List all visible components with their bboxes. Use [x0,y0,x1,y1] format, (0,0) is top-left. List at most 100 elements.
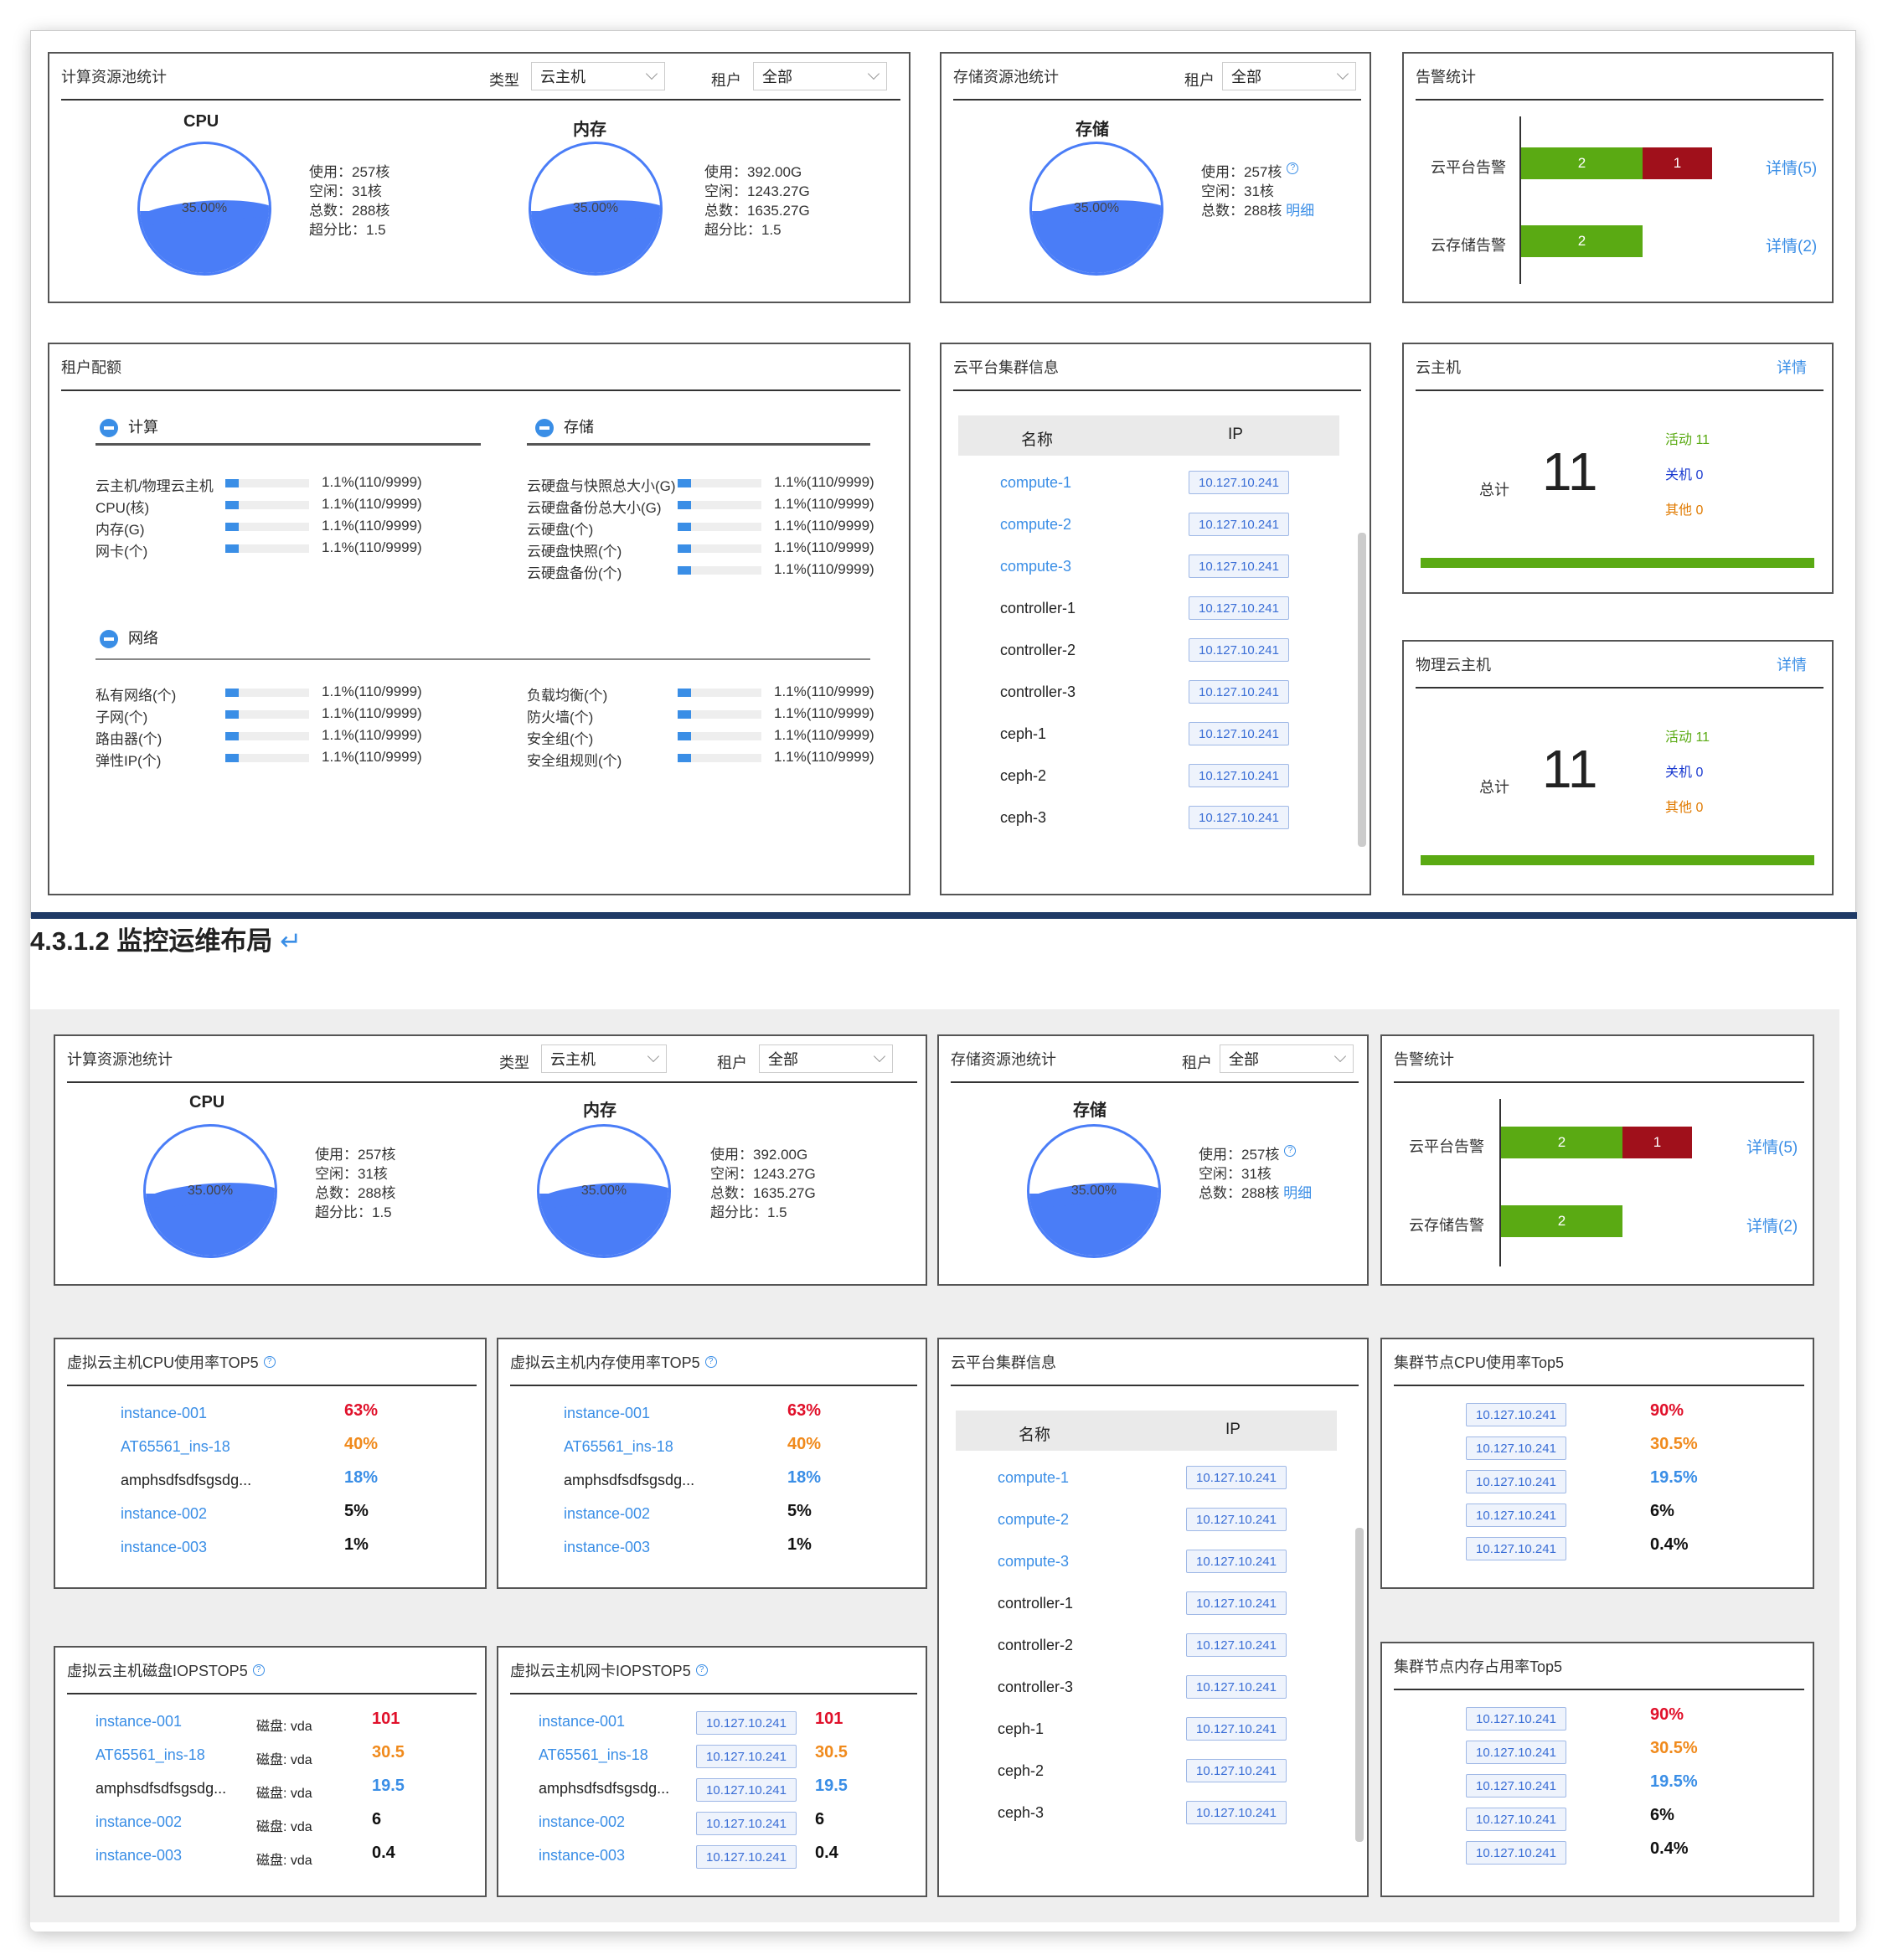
minus-circle-icon[interactable] [535,419,554,438]
instance-link[interactable]: instance-002 [95,1813,182,1831]
alarm-detail-link[interactable]: 详情(2) [1766,234,1817,256]
minus-circle-icon[interactable] [100,630,118,649]
instance-link[interactable]: instance-002 [121,1505,207,1523]
instance-link[interactable]: instance-002 [564,1505,650,1523]
help-icon[interactable]: ? [1284,1145,1297,1157]
panel-title: 存储资源池统计 [951,1051,1056,1068]
cluster-node-name[interactable]: compute-1 [1000,474,1071,492]
quota-item-value: 1.1%(110/9999) [322,705,422,721]
col-ip-header: IP [1228,426,1243,443]
storage-title: 存储 [1076,121,1109,139]
instance-link[interactable]: AT65561_ins-18 [121,1438,230,1456]
value-3: 19.5% [1650,1468,1698,1487]
storage-free: 空闲：31核 [1201,183,1274,199]
instance-link[interactable]: AT65561_ins-18 [564,1438,673,1456]
instance-link[interactable]: amphsdfsdfsgsdg... [95,1780,226,1798]
instance-link[interactable]: instance-001 [121,1405,207,1422]
storage-detail-link[interactable]: 明细 [1283,1185,1312,1201]
cluster-node-name[interactable]: compute-2 [998,1511,1069,1529]
compute-pool-panel: 计算资源池统计 类型 云主机 租户 全部 CPU 35.00% 使用：257核空… [48,52,910,303]
value-5: 0.4% [1650,1535,1689,1554]
quota-progress-bar [678,523,761,531]
value-5: 0.4% [1650,1839,1689,1858]
quota-progress-bar [678,732,761,740]
instance-link[interactable]: AT65561_ins-18 [95,1746,205,1764]
alarm-bar-green[interactable]: 2 [1521,147,1643,179]
instance-link[interactable]: instance-003 [95,1847,182,1865]
instance-link[interactable]: amphsdfsdfsgsdg... [121,1472,251,1489]
cluster-node-name[interactable]: compute-1 [998,1469,1069,1487]
type-select[interactable]: 云主机 [531,62,665,90]
mem-ratio: 超分比：1.5 [710,1204,787,1220]
vm-detail-link[interactable]: 详情 [1777,356,1807,378]
chevron-down-icon [645,67,658,80]
instance-link[interactable]: instance-003 [539,1847,625,1865]
tenant-select[interactable]: 全部 [753,62,887,90]
help-icon[interactable]: ? [704,1356,717,1368]
total-label: 总计 [1479,779,1509,796]
cluster-info-panel: 云平台集群信息 名称 IP compute-1 10.127.10.241 comput… [940,343,1371,895]
section-label: 存储 [564,419,594,436]
alarm-bar-red[interactable]: 1 [1622,1127,1692,1158]
instance-link[interactable]: instance-001 [564,1405,650,1422]
cpu-free: 空闲：31核 [309,183,382,199]
quota-progress-bar [225,689,309,697]
divider [95,443,481,446]
pvm-detail-link[interactable]: 详情 [1777,653,1807,675]
storage-detail-link[interactable]: 明细 [1286,203,1314,219]
ip-badge: 10.127.10.241 [696,1845,797,1869]
section-heading: 4.3.1.2 监控运维布局 ↵ [30,920,302,957]
instance-link[interactable]: instance-001 [95,1713,182,1730]
help-icon[interactable]: ? [695,1664,708,1676]
instance-link[interactable]: AT65561_ins-18 [539,1746,648,1764]
instance-link[interactable]: instance-003 [121,1539,207,1556]
cluster-node-name[interactable]: compute-3 [1000,558,1071,575]
instance-link[interactable]: amphsdfsdfsgsdg... [539,1780,669,1798]
value-2: 40% [787,1435,822,1453]
compute-pool-panel: 计算资源池统计 类型 云主机 租户 全部 CPU 35.00% 使用：257核空… [54,1034,927,1286]
cpu-free: 空闲：31核 [315,1166,388,1182]
alarm-bar-green[interactable]: 2 [1501,1205,1622,1237]
instance-link[interactable]: instance-003 [564,1539,650,1556]
cluster-node-name: ceph-1 [998,1720,1045,1737]
alarm-detail-link[interactable]: 详情(5) [1766,156,1817,178]
value-3: 19.5 [815,1777,848,1795]
help-icon[interactable]: ? [263,1356,276,1368]
cluster-node-name[interactable]: compute-3 [998,1553,1069,1571]
panel-title: 虚拟云主机磁盘IOPSTOP5 [67,1663,248,1679]
minus-circle-icon[interactable] [100,419,118,438]
alarm-detail-link[interactable]: 详情(2) [1746,1214,1798,1236]
alarm-bar-green[interactable]: 2 [1501,1127,1622,1158]
panel-title: 计算资源池统计 [67,1051,173,1068]
scrollbar[interactable] [1355,1528,1364,1842]
value-2: 30.5% [1650,1739,1698,1757]
ip-badge: 10.127.10.241 [696,1778,797,1802]
total-count: 11 [1542,441,1598,502]
help-icon[interactable]: ? [252,1664,265,1676]
value-5: 0.4 [815,1844,838,1862]
quota-item-value: 1.1%(110/9999) [322,683,422,699]
instance-link[interactable]: instance-002 [539,1813,625,1831]
tenant-select[interactable]: 全部 [1222,62,1356,90]
alarm-panel: 告警统计 云平台告警 2 1 详情(5) 云存储告警 2 详情(2) [1402,52,1834,303]
tenant-select[interactable]: 全部 [759,1044,893,1073]
type-label: 类型 [489,72,519,89]
quota-item-value: 1.1%(110/9999) [774,561,874,577]
alarm-bar-green[interactable]: 2 [1521,225,1643,257]
instance-link[interactable]: instance-001 [539,1713,625,1730]
divider [95,658,870,660]
gauge-fill [1029,1194,1158,1256]
alarm-bar-red[interactable]: 1 [1643,147,1712,179]
scrollbar[interactable] [1358,533,1366,847]
quota-progress-fill [225,523,239,531]
help-icon[interactable]: ? [1287,162,1299,174]
type-select[interactable]: 云主机 [541,1044,667,1073]
storage-used: 使用：257核 [1201,164,1282,180]
instance-link[interactable]: amphsdfsdfsgsdg... [564,1472,694,1489]
storage-gauge: 35.00% [1029,142,1163,276]
quota-progress-bar [225,544,309,553]
cluster-node-name[interactable]: compute-2 [1000,516,1071,534]
alarm-detail-link[interactable]: 详情(5) [1746,1135,1798,1158]
gauge-pct: 35.00% [572,201,619,215]
tenant-select[interactable]: 全部 [1220,1044,1354,1073]
